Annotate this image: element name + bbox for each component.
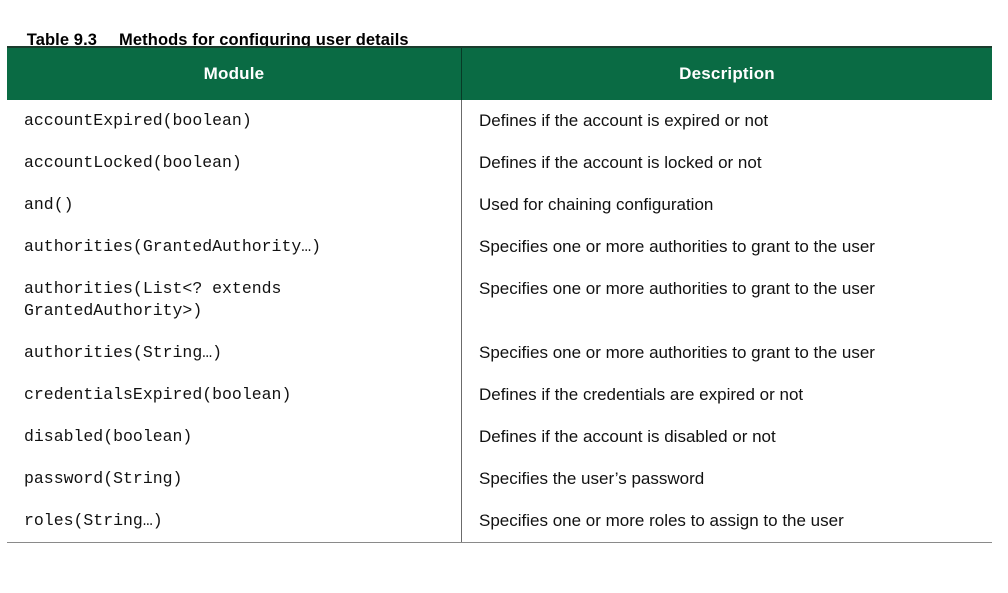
- column-header-module: Module: [7, 48, 461, 100]
- cell-description: Specifies one or more authorities to gra…: [462, 332, 992, 374]
- cell-module: authorities(List<? extends GrantedAuthor…: [7, 268, 461, 332]
- cell-module: disabled(boolean): [7, 416, 461, 458]
- table-row: authorities(String…) Specifies one or mo…: [7, 332, 992, 374]
- table-row: credentialsExpired(boolean) Defines if t…: [7, 374, 992, 416]
- cell-description: Defines if the account is disabled or no…: [462, 416, 992, 458]
- cell-module: authorities(GrantedAuthority…): [7, 226, 461, 268]
- cell-description: Defines if the credentials are expired o…: [462, 374, 992, 416]
- table-row: disabled(boolean) Defines if the account…: [7, 416, 992, 458]
- table-row: password(String) Specifies the user’s pa…: [7, 458, 992, 500]
- cell-description: Specifies the user’s password: [462, 458, 992, 500]
- column-header-description: Description: [462, 48, 992, 100]
- table-row: accountExpired(boolean) Defines if the a…: [7, 100, 992, 142]
- cell-module: accountLocked(boolean): [7, 142, 461, 184]
- table-row: authorities(GrantedAuthority…) Specifies…: [7, 226, 992, 268]
- cell-description: Specifies one or more roles to assign to…: [462, 500, 992, 542]
- table-row: accountLocked(boolean) Defines if the ac…: [7, 142, 992, 184]
- methods-table: Module Description accountExpired(boolea…: [7, 46, 992, 543]
- table-page: Table 9.3Methods for configuring user de…: [0, 0, 1008, 593]
- cell-description: Specifies one or more authorities to gra…: [462, 226, 992, 268]
- column-header-description-label: Description: [679, 64, 775, 84]
- column-divider-rule: [461, 100, 462, 542]
- cell-module: authorities(String…): [7, 332, 461, 374]
- cell-module: credentialsExpired(boolean): [7, 374, 461, 416]
- column-header-module-label: Module: [204, 64, 265, 84]
- cell-description: Specifies one or more authorities to gra…: [462, 268, 992, 310]
- cell-description: Used for chaining configuration: [462, 184, 992, 226]
- cell-module: accountExpired(boolean): [7, 100, 461, 142]
- table-row: roles(String…) Specifies one or more rol…: [7, 500, 992, 542]
- cell-module: roles(String…): [7, 500, 461, 542]
- table-row: and() Used for chaining configuration: [7, 184, 992, 226]
- cell-description: Defines if the account is expired or not: [462, 100, 992, 142]
- table-body: accountExpired(boolean) Defines if the a…: [7, 100, 992, 543]
- cell-module: and(): [7, 184, 461, 226]
- cell-module: password(String): [7, 458, 461, 500]
- table-header-row: Module Description: [7, 46, 992, 100]
- cell-description: Defines if the account is locked or not: [462, 142, 992, 184]
- table-row: authorities(List<? extends GrantedAuthor…: [7, 268, 992, 332]
